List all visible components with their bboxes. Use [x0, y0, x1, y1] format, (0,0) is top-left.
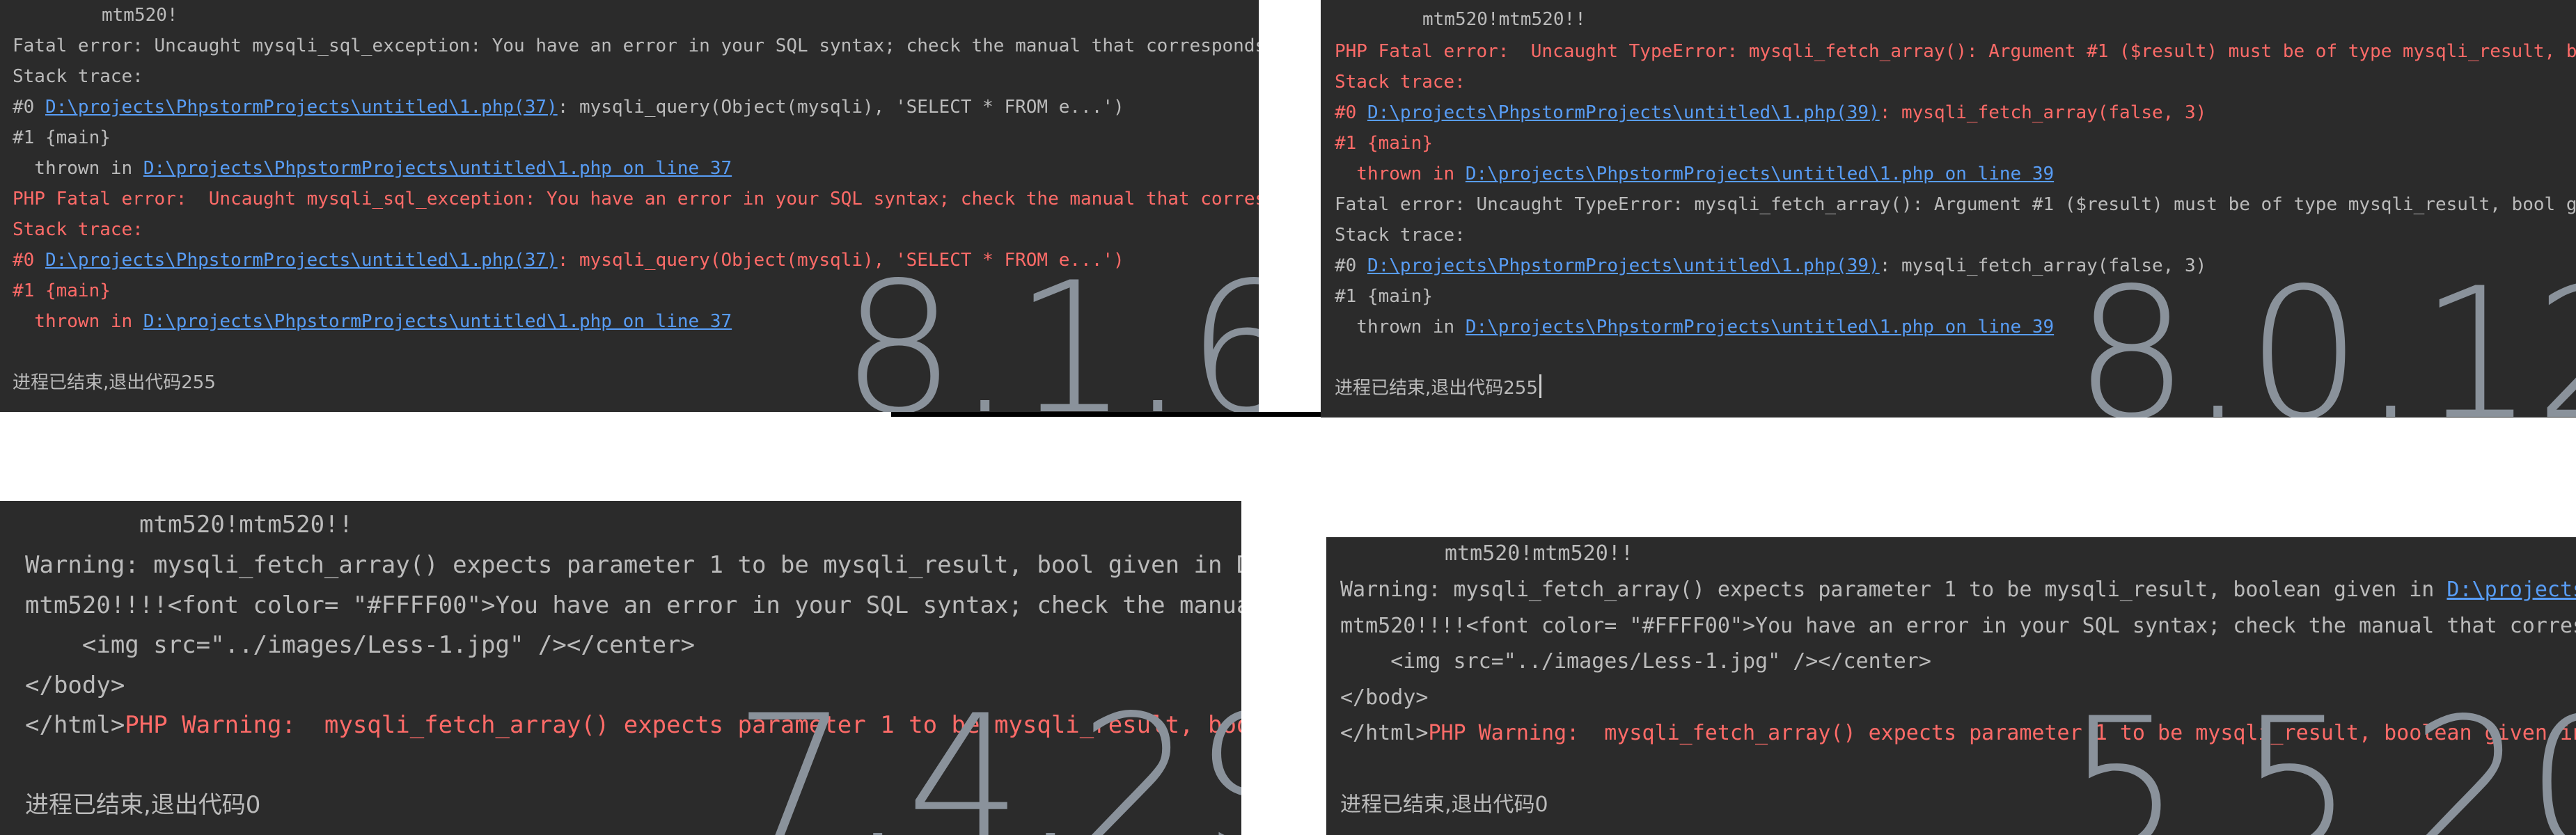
console-text: Stack trace:	[13, 66, 143, 87]
console-line: Stack trace:	[1335, 67, 1466, 97]
console-line: #1 {main}	[13, 122, 111, 153]
console-line: mtm520!!!!<font color= "#FFFF00">You hav…	[25, 586, 1241, 626]
console-text: thrown in	[13, 311, 143, 332]
console-text: Stack trace:	[1335, 72, 1466, 93]
console-text: Warning: mysqli_fetch_array() expects pa…	[1340, 578, 2447, 602]
console-line: PHP Fatal error: Uncaught TypeError: mys…	[1335, 36, 2576, 67]
console-text: <img src="../images/Less-1.jpg" /></cent…	[25, 631, 696, 659]
file-path-link[interactable]: D:\projects\PhpstormProjects\untitled\1.…	[1466, 164, 2054, 184]
file-path-link[interactable]: D:\projects\PhpstormProjects\untitled\1.…	[1367, 255, 1880, 276]
console-line: Stack trace:	[13, 61, 143, 92]
file-path-link[interactable]: D:\projects\PhpstormProjects\untitled\1.…	[45, 97, 558, 118]
php-version-label: 5.5.20	[2066, 680, 2576, 835]
console-text: mtm520!!!!<font color= "#FFFF00">You hav…	[1340, 613, 2576, 638]
file-path-link[interactable]: D:\projects\PhpstormProjects\untitled\1.…	[2447, 578, 2576, 602]
console-line: Stack trace:	[1335, 220, 1466, 250]
text-cursor	[1539, 374, 1541, 398]
console-text: #1 {main}	[13, 280, 111, 301]
php-version-label: 8.0.12	[2074, 250, 2576, 418]
console-text: #0	[1335, 255, 1367, 276]
file-path-link[interactable]: D:\projects\PhpstormProjects\untitled\1.…	[143, 158, 732, 179]
console-line: #1 {main}	[1335, 281, 1433, 312]
console-text: </html>	[1340, 721, 1429, 745]
console-text: </body>	[25, 671, 125, 699]
file-path-link[interactable]: D:\projects\PhpstormProjects\untitled\1.…	[143, 311, 732, 332]
console-text: thrown in	[13, 158, 143, 179]
panel-divider	[891, 412, 1321, 417]
php-version-label: 8.1.6	[841, 244, 1259, 412]
console-line: <img src="../images/Less-1.jpg" /></cent…	[25, 626, 695, 666]
php-version-label: 7.4.29	[734, 677, 1241, 835]
console-text: </html>	[25, 711, 125, 739]
console-text: Stack trace:	[13, 219, 143, 240]
console-text: #1 {main}	[13, 127, 111, 148]
console-text: Fatal error: Uncaught TypeError: mysqli_…	[1335, 194, 2576, 215]
console-line: PHP Fatal error: Uncaught mysqli_sql_exc…	[13, 184, 1259, 214]
console-text: #1 {main}	[1335, 286, 1433, 307]
process-exit-message: 进程已结束,退出代码255	[1335, 378, 1538, 399]
process-exit-message: 进程已结束,退出代码0	[1340, 793, 1548, 817]
console-line: #0 D:\projects\PhpstormProjects\untitled…	[1335, 97, 2206, 128]
console-line: Warning: mysqli_fetch_array() expects pa…	[1340, 572, 2576, 608]
console-line: #0 D:\projects\PhpstormProjects\untitled…	[13, 92, 1124, 122]
console-line: 进程已结束,退出代码255	[13, 367, 216, 398]
console-line: Stack trace:	[13, 214, 143, 245]
console-text: #0	[13, 250, 45, 271]
console-panel-php-5-5-20: mtm520!mtm520!! Warning: mysqli_fetch_ar…	[1326, 537, 2576, 835]
console-panel-php-7-4-29: mtm520!mtm520!! Warning: mysqli_fetch_ar…	[0, 501, 1241, 835]
console-line: Warning: mysqli_fetch_array() expects pa…	[25, 546, 1241, 586]
console-line: #1 {main}	[13, 276, 111, 306]
console-text: PHP Fatal error: Uncaught TypeError: mys…	[1335, 41, 2576, 62]
console-text: Warning: mysqli_fetch_array() expects pa…	[25, 551, 1241, 579]
console-text: : mysqli_query(Object(mysqli), 'SELECT *…	[557, 97, 1124, 118]
process-exit-message: 进程已结束,退出代码0	[25, 791, 261, 819]
console-line: Fatal error: Uncaught mysqli_sql_excepti…	[13, 31, 1259, 61]
file-path-link[interactable]: D:\projects\PhpstormProjects\untitled\1.…	[1466, 317, 2054, 337]
console-panel-php-8-0-12: mtm520!mtm520!! PHP Fatal error: Uncaugh…	[1321, 0, 2576, 418]
console-line: #1 {main}	[1335, 128, 1433, 159]
console-text: mtm520!!!!<font color= "#FFFF00">You hav…	[25, 591, 1241, 619]
console-line: thrown in D:\projects\PhpstormProjects\u…	[1335, 159, 2054, 189]
console-line: thrown in D:\projects\PhpstormProjects\u…	[13, 306, 732, 337]
console-text: Fatal error: Uncaught mysqli_sql_excepti…	[13, 35, 1259, 56]
console-line: Fatal error: Uncaught TypeError: mysqli_…	[1335, 189, 2576, 220]
console-line: mtm520!!!!<font color= "#FFFF00">You hav…	[1340, 608, 2576, 644]
console-line: 进程已结束,退出代码0	[25, 786, 260, 826]
console-text: thrown in	[1335, 317, 1466, 337]
console-line: thrown in D:\projects\PhpstormProjects\u…	[13, 153, 732, 184]
console-text: #0	[13, 97, 45, 118]
console-line: </body>	[1340, 680, 1428, 716]
console-text: PHP Fatal error: Uncaught mysqli_sql_exc…	[13, 189, 1259, 209]
file-path-link[interactable]: D:\projects\PhpstormProjects\untitled\1.…	[1367, 102, 1880, 123]
console-text: thrown in	[1335, 164, 1466, 184]
console-line: 进程已结束,退出代码255	[1335, 373, 1541, 404]
console-line: 进程已结束,退出代码0	[1340, 787, 1548, 823]
console-text: #0	[1335, 102, 1367, 123]
console-panel-php-8-1-6: mtm520! Fatal error: Uncaught mysqli_sql…	[0, 0, 1259, 412]
console-text: #1 {main}	[1335, 133, 1433, 154]
console-text: Stack trace:	[1335, 225, 1466, 246]
console-text: <img src="../images/Less-1.jpg" /></cent…	[1340, 649, 1931, 674]
console-line: </body>	[25, 666, 125, 706]
console-text: </body>	[1340, 685, 1429, 710]
console-line: <img src="../images/Less-1.jpg" /></cent…	[1340, 644, 1931, 680]
console-text: : mysqli_fetch_array(false, 3)	[1879, 102, 2207, 123]
console-line: thrown in D:\projects\PhpstormProjects\u…	[1335, 312, 2054, 342]
file-path-link[interactable]: D:\projects\PhpstormProjects\untitled\1.…	[45, 250, 558, 271]
process-exit-message: 进程已结束,退出代码255	[13, 372, 216, 393]
